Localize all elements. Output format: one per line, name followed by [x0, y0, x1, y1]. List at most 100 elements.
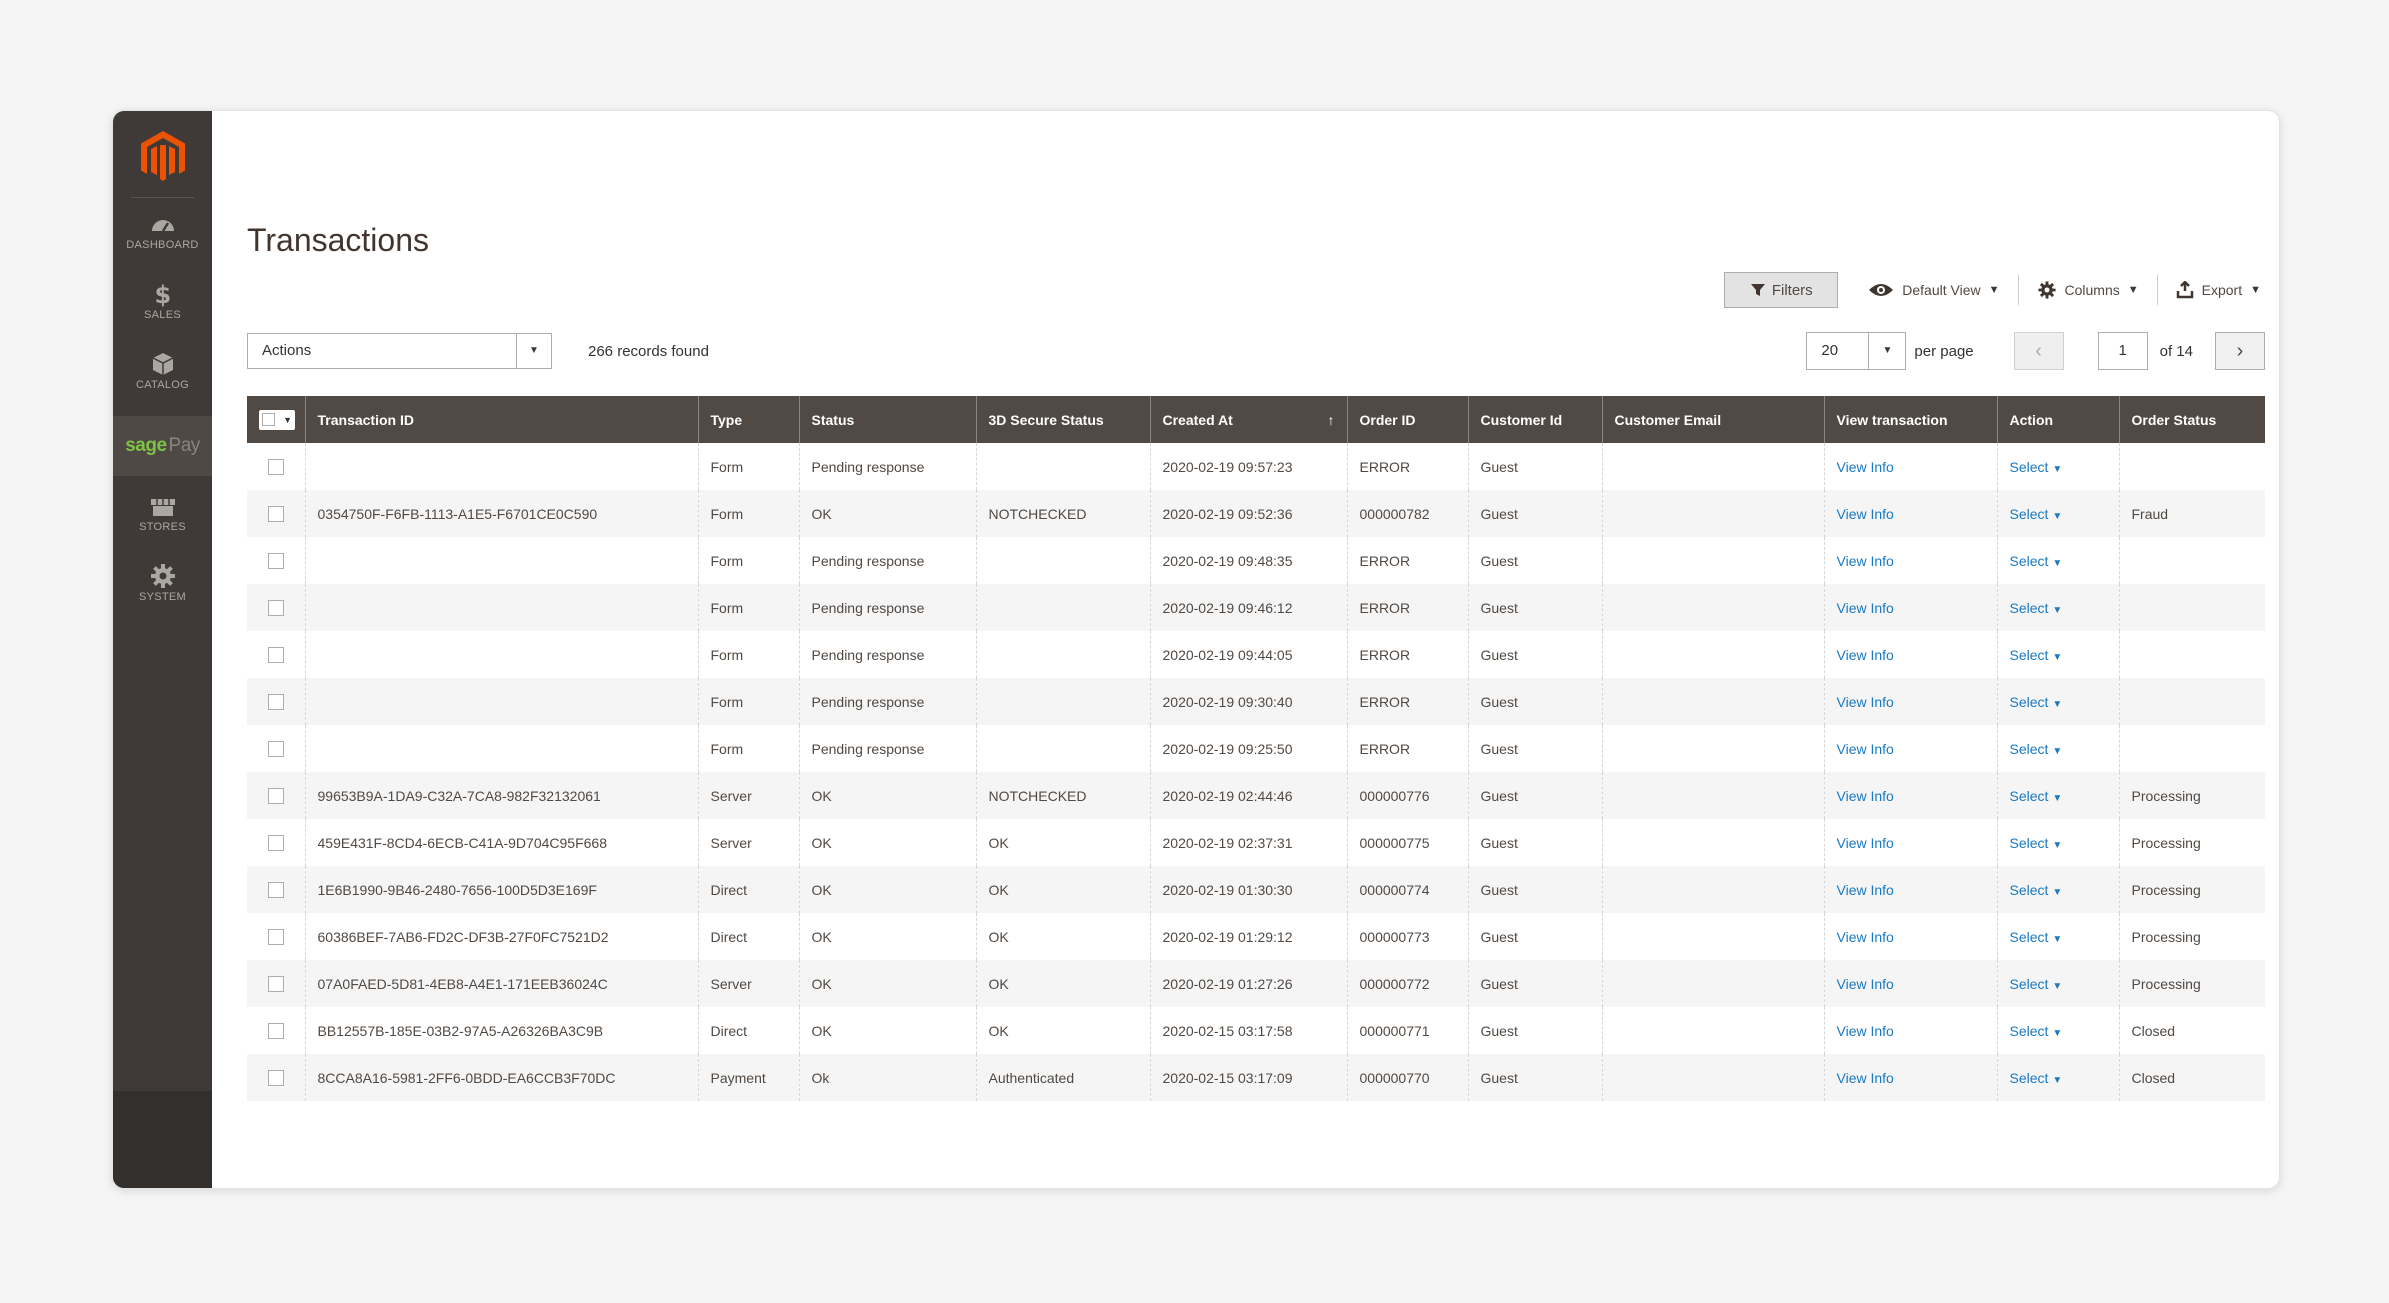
row-checkbox[interactable]	[267, 600, 284, 617]
order-status-cell	[2118, 631, 2265, 678]
view-info-link[interactable]: View Info	[1837, 835, 1894, 851]
view-info-link[interactable]: View Info	[1837, 506, 1894, 522]
row-action-select[interactable]: Select ▼	[2010, 835, 2063, 851]
page-number-input[interactable]: 1	[2097, 332, 2148, 370]
view-info-link[interactable]: View Info	[1837, 647, 1894, 663]
chevron-right-icon: ›	[2236, 340, 2244, 362]
view-info-link[interactable]: View Info	[1837, 1023, 1894, 1039]
row-action-select[interactable]: Select ▼	[2010, 553, 2063, 569]
magento-logo-icon[interactable]	[138, 129, 188, 185]
columns-dropdown[interactable]: Columns ▼	[2037, 280, 2139, 300]
secure-status-cell	[975, 631, 1150, 678]
table-row: 0354750F-F6FB-1113-A1E5-F6701CE0C590 Form…	[247, 490, 2265, 537]
table-row: Form Pending response 2020-02-19 09:30:40 E…	[247, 678, 2265, 725]
sidebar-item-label: STORES	[139, 521, 186, 533]
sidebar-divider	[131, 197, 194, 198]
customer-email-cell	[1601, 537, 1824, 584]
secure-status-cell: OK	[975, 1007, 1150, 1054]
row-checkbox[interactable]	[267, 1070, 284, 1087]
sidebar-item-stores[interactable]: STORES	[113, 493, 212, 533]
row-action-select[interactable]: Select ▼	[2010, 459, 2063, 475]
order-id-cell: 000000771	[1346, 1007, 1468, 1054]
row-checkbox[interactable]	[267, 694, 284, 711]
filters-button[interactable]: Filters	[1724, 272, 1839, 308]
view-info-link[interactable]: View Info	[1837, 459, 1894, 475]
column-header-type[interactable]: Type	[697, 396, 799, 443]
sidebar-item-catalog[interactable]: CATALOG	[113, 351, 212, 391]
row-checkbox[interactable]	[267, 647, 284, 664]
view-info-link[interactable]: View Info	[1837, 788, 1894, 804]
column-header-created-at-label: Created At	[1162, 411, 1233, 428]
column-header-status[interactable]: Status	[798, 396, 976, 443]
column-header-order-status[interactable]: Order Status	[2118, 396, 2265, 443]
row-checkbox[interactable]	[267, 788, 284, 805]
chevron-down-icon: ▼	[2052, 792, 2063, 804]
column-header-view-transaction[interactable]: View transaction	[1823, 396, 1997, 443]
row-checkbox[interactable]	[267, 553, 284, 570]
column-header-customer-id[interactable]: Customer Id	[1467, 396, 1602, 443]
view-info-link[interactable]: View Info	[1837, 600, 1894, 616]
row-action-select[interactable]: Select ▼	[2010, 976, 2063, 992]
row-action-select[interactable]: Select ▼	[2010, 694, 2063, 710]
row-action-select[interactable]: Select ▼	[2010, 1023, 2063, 1039]
next-page-button[interactable]: ›	[2215, 332, 2265, 370]
default-view-dropdown[interactable]: Default View ▼	[1868, 282, 2000, 298]
order-status-cell: Processing	[2118, 913, 2265, 960]
order-id-cell: 000000774	[1346, 866, 1468, 913]
row-action-label: Select	[2009, 552, 2049, 569]
customer-email-cell	[1601, 913, 1824, 960]
order-status-cell	[2118, 725, 2265, 772]
view-info-link[interactable]: View Info	[1837, 1070, 1894, 1086]
row-checkbox[interactable]	[267, 835, 284, 852]
row-checkbox[interactable]	[267, 929, 284, 946]
column-header-created-at[interactable]: Created At ↑	[1149, 396, 1347, 443]
sidebar-item-label: CATALOG	[135, 379, 190, 391]
per-page-select[interactable]: 20 ▼	[1806, 332, 1907, 370]
view-info-link[interactable]: View Info	[1837, 741, 1894, 757]
row-checkbox[interactable]	[267, 506, 284, 523]
row-checkbox[interactable]	[267, 1023, 284, 1040]
sidebar-item-sagepay[interactable]: sage Pay	[113, 416, 212, 476]
row-checkbox[interactable]	[267, 882, 284, 899]
view-info-link[interactable]: View Info	[1837, 976, 1894, 992]
type-cell: Payment	[697, 1054, 799, 1101]
row-checkbox[interactable]	[267, 741, 284, 758]
order-status-cell	[2118, 443, 2265, 490]
row-action-select[interactable]: Select ▼	[2010, 1070, 2063, 1086]
column-header-transaction-id[interactable]: Transaction ID	[304, 396, 698, 443]
row-action-select[interactable]: Select ▼	[2010, 506, 2063, 522]
row-checkbox-cell	[247, 960, 305, 1007]
type-cell: Form	[697, 725, 799, 772]
status-cell: Pending response	[798, 631, 976, 678]
row-checkbox[interactable]	[267, 459, 284, 476]
row-action-select[interactable]: Select ▼	[2010, 600, 2063, 616]
column-header-3d-secure-status[interactable]: 3D Secure Status	[975, 396, 1150, 443]
column-header-customer-email[interactable]: Customer Email	[1601, 396, 1824, 443]
row-action-select[interactable]: Select ▼	[2010, 882, 2063, 898]
records-found-count: 266 records found	[588, 343, 709, 360]
previous-page-button[interactable]: ‹	[2013, 332, 2064, 370]
store-icon	[149, 493, 177, 519]
filter-icon	[1750, 284, 1765, 296]
sidebar-item-system[interactable]: SYSTEM	[113, 563, 212, 603]
export-dropdown[interactable]: Export ▼	[2176, 281, 2261, 299]
view-info-link[interactable]: View Info	[1837, 929, 1894, 945]
row-action-select[interactable]: Select ▼	[2010, 647, 2063, 663]
view-info-link[interactable]: View Info	[1837, 694, 1894, 710]
mass-actions-dropdown[interactable]: Actions ▼	[247, 333, 552, 369]
sidebar-item-sales[interactable]: $ SALES	[113, 281, 212, 321]
sidebar-item-label: DASHBOARD	[126, 239, 199, 251]
column-header-order-id[interactable]: Order ID	[1346, 396, 1468, 443]
row-checkbox[interactable]	[267, 976, 284, 993]
sidebar-item-dashboard[interactable]: DASHBOARD	[113, 211, 212, 251]
view-info-link[interactable]: View Info	[1837, 553, 1894, 569]
row-action-select[interactable]: Select ▼	[2010, 929, 2063, 945]
status-cell: OK	[798, 913, 976, 960]
select-all-checkbox[interactable]: ▼	[247, 396, 305, 443]
row-action-select[interactable]: Select ▼	[2010, 741, 2063, 757]
transactions-table: ▼ Transaction ID Type Status 3D Secure S…	[247, 396, 2265, 1101]
chevron-down-icon: ▼	[516, 334, 551, 368]
view-transaction-cell: View Info	[1823, 678, 1997, 725]
row-action-select[interactable]: Select ▼	[2010, 788, 2063, 804]
view-info-link[interactable]: View Info	[1837, 882, 1894, 898]
